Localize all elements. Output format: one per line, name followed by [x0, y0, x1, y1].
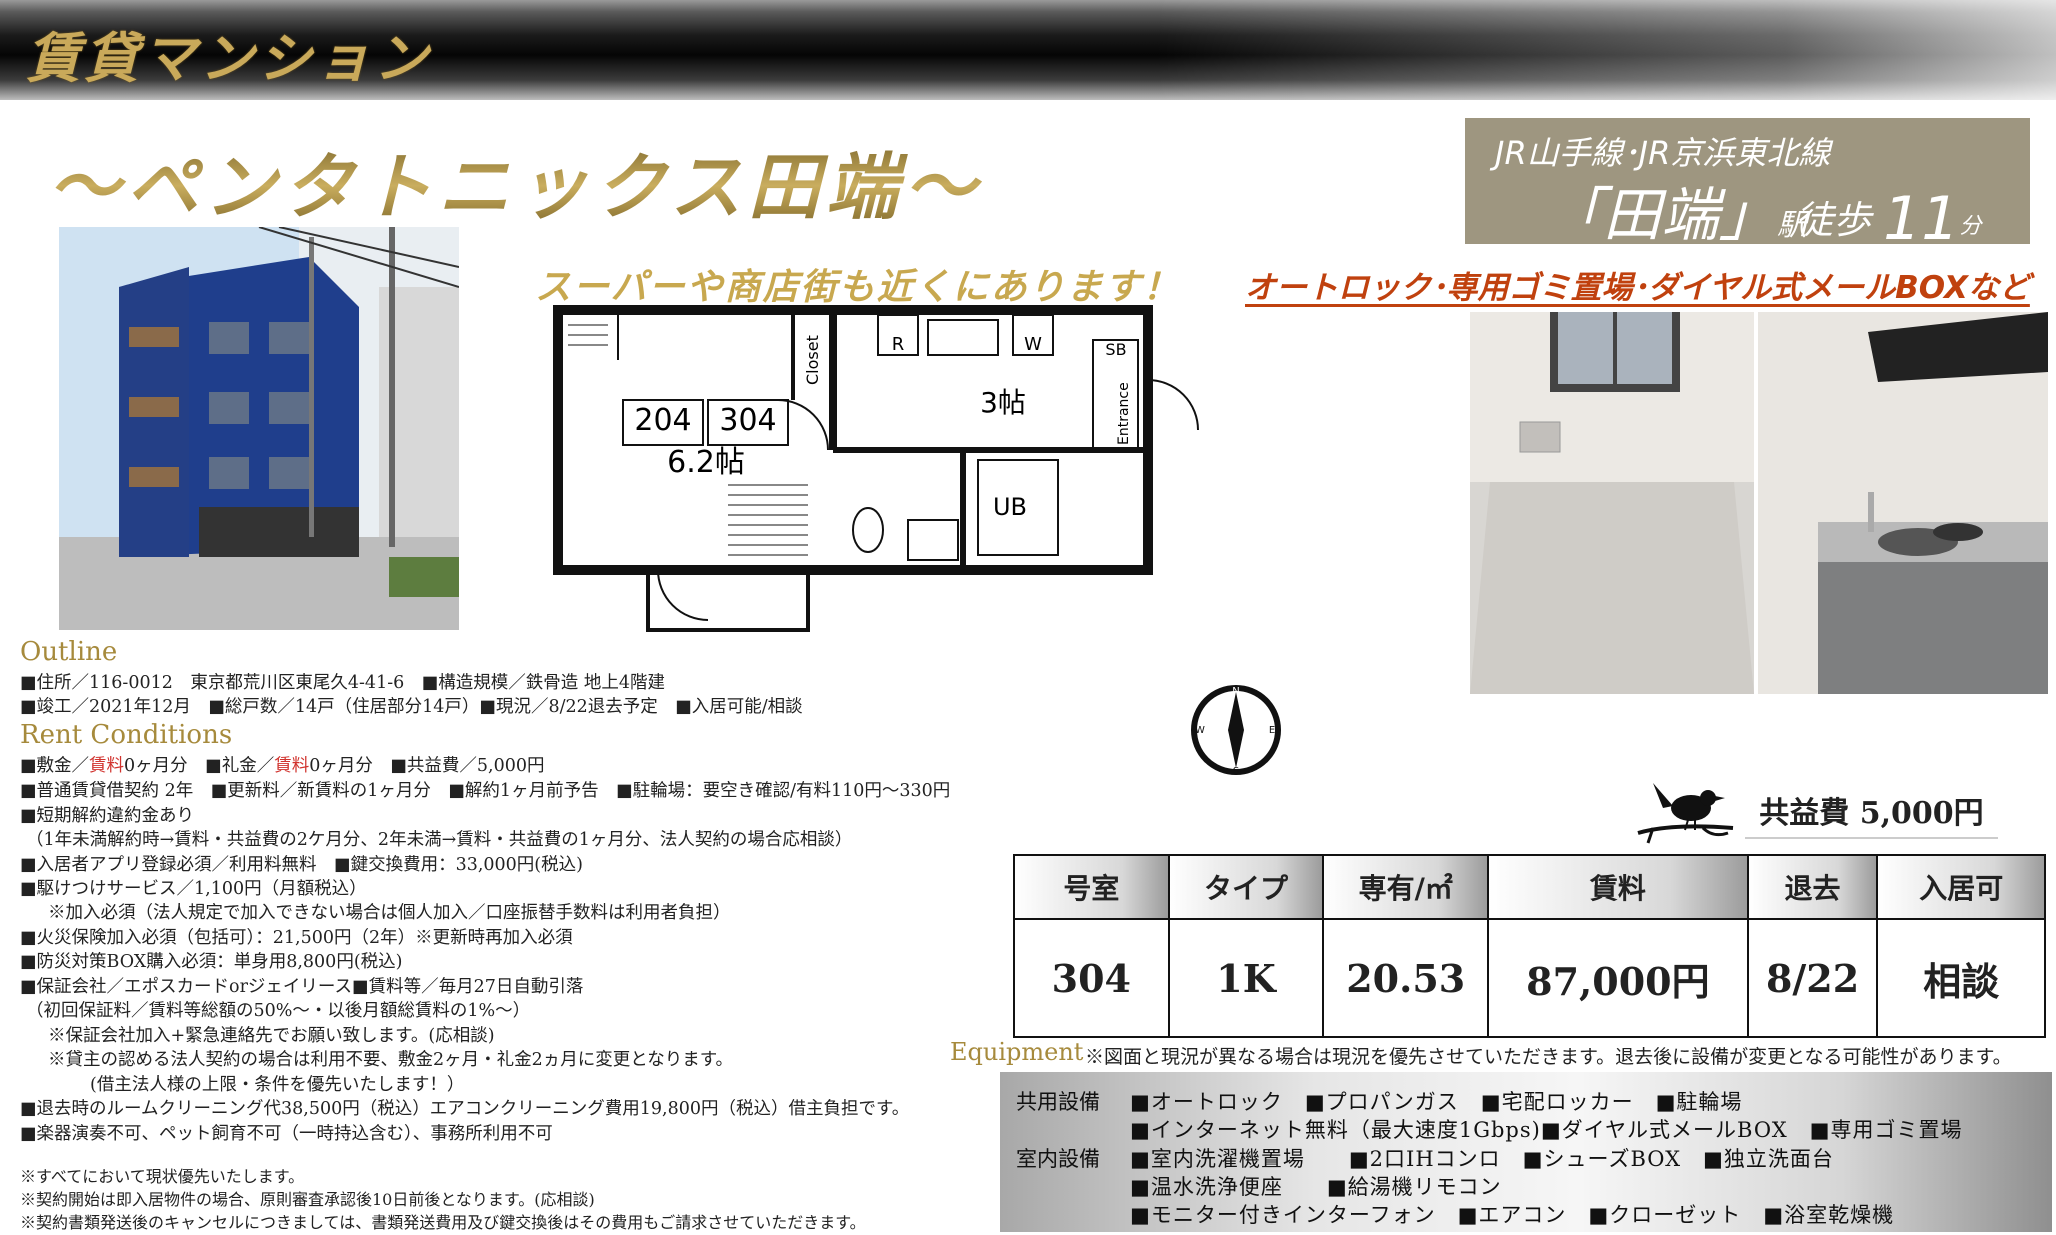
header-bar: 賃貸マンション — [0, 0, 2056, 100]
rent-line: (借主法人様の上限・条件を優先いたします！） — [90, 1075, 465, 1095]
cell-area: 20.53 — [1322, 918, 1490, 1038]
building-photo — [59, 227, 459, 630]
walk-time: 徒歩 11分 — [1795, 184, 1981, 254]
rent-line: ※保証会社加入+緊急連絡先でお願い致します。(応相談) — [48, 1026, 495, 1046]
room-photo-interior — [1470, 312, 1754, 694]
property-name: 〜ペンタトニックス田端〜 — [48, 128, 982, 233]
outline-line-2: ■竣工／2021年12月 ■総戸数／14戸（住居部分14戸）■現況／8/22退去… — [20, 697, 803, 717]
sb-label: SB — [1105, 340, 1126, 359]
kitchen-size: 3帖 — [980, 386, 1026, 419]
closet-label: Closet — [803, 335, 822, 385]
equipment-row: ■オートロック ■プロパンガス ■宅配ロッカー ■駐輪場 — [1130, 1090, 1743, 1114]
equipment-label: Equipment — [950, 1038, 1084, 1066]
walk-minutes: 11 — [1883, 184, 1960, 254]
room-photo-kitchen — [1758, 312, 2048, 694]
rent-line: ■楽器演奏不可、ペット飼育不可（一時持込含む）、事務所利用不可 — [20, 1124, 553, 1144]
table-header-row: 号室 タイプ 専有/㎡ 賃料 退去 入居可 — [1013, 854, 2046, 920]
col-room: 号室 — [1013, 854, 1170, 920]
rent-line: ■防災対策BOX購入必須：単身用8,800円(税込) — [20, 952, 403, 972]
common-fee-label: 共益費 5,000円 — [1745, 783, 1998, 839]
equipment-row: ■室内洗濯機置場 ■2口IHコンロ ■シューズBOX ■独立洗面台 — [1130, 1147, 1834, 1171]
category-title: 賃貸マンション — [26, 27, 432, 90]
deposit-key-line: ■敷金／賃料0ヶ月分 ■礼金／賃料0ヶ月分 ■共益費／5,000円 — [20, 754, 545, 778]
room-equipment-label: 室内設備 — [1016, 1147, 1100, 1171]
col-area: 専有/㎡ — [1322, 854, 1490, 920]
rent-line: ■退去時のルームクリーニング代38,500円（税込）エアコンクリーニング費用19… — [20, 1099, 910, 1119]
col-type: タイプ — [1167, 854, 1325, 920]
svg-text:W: W — [1195, 725, 1205, 736]
note-line: ※契約書類発送後のキャンセルにつきましては、書類発送費用及び鍵交換後はその費用も… — [20, 1213, 866, 1232]
cell-moveout: 8/22 — [1746, 918, 1879, 1038]
entrance-label: Entrance — [1116, 382, 1132, 445]
rent-line: ■火災保険加入必須（包括可）：21,500円（2年）※更新時再加入必須 — [20, 928, 573, 948]
main-room-size: 6.2帖 — [667, 445, 745, 480]
col-moveout: 退去 — [1746, 854, 1879, 920]
rent-line: ■駆けつけサービス／1,100円（月額税込） — [20, 879, 367, 899]
rent-line: ■入居者アプリ登録必須／利用料無料 ■鍵交換費用：33,000円(税込) — [20, 855, 583, 875]
svg-text:N: N — [1232, 686, 1239, 697]
station-name: 「田端」駅 — [1545, 168, 1807, 252]
bath-label: UB — [993, 493, 1027, 521]
bird-icon — [1633, 768, 1743, 848]
deposit-red: 賃料 — [89, 756, 125, 776]
equipment-row: ■インターネット無料（最大速度1Gbps)■ダイヤル式メールBOX ■専用ゴミ置… — [1130, 1118, 1963, 1142]
equipment-row: ■モニター付きインターフォン ■エアコン ■クローゼット ■浴室乾燥機 — [1130, 1203, 1895, 1227]
floorplan: 204 304 6.2帖 3帖 UB R W SB Closet Entranc… — [548, 300, 1228, 645]
common-equipment-label: 共用設備 — [1016, 1090, 1100, 1114]
rent-line: ※貸主の認める法人契約の場合は利用不要、敷金2ヶ月・礼金2ヵ月に変更となります。 — [48, 1050, 733, 1070]
rent-table: 号室 タイプ 専有/㎡ 賃料 退去 入居可 304 1K 20.53 87,00… — [1013, 854, 2046, 1038]
rent-line: （1年未満解約時→賃料・共益費の2ケ月分、2年未満→賃料・共益費の1ヶ月分、法人… — [26, 830, 853, 850]
key-money-red: 賃料 — [274, 756, 310, 776]
compass-icon: N W E S — [1186, 680, 1286, 780]
cell-type: 1K — [1167, 918, 1325, 1038]
station-box: JR山手線･JR京浜東北線 「田端」駅 徒歩 11分 — [1465, 118, 2030, 254]
rent-line: ■普通賃貸借契約 2年 ■更新料／新賃料の1ヶ月分 ■解約1ヶ月前予告 ■駐輪場… — [20, 781, 951, 801]
svg-text:S: S — [1233, 766, 1239, 777]
walk-unit: 分 — [1959, 214, 1982, 239]
rent-line: ■短期解約違約金あり — [20, 806, 195, 826]
rent-line: （初回保証料／賃料等総額の50%〜・以後月額総賃料の1%〜） — [26, 1001, 531, 1021]
header-shine — [1156, 0, 2056, 100]
deposit-suffix: 0ヶ月分 ■礼金／ — [124, 756, 275, 776]
fridge-label: R — [892, 334, 905, 355]
cell-rent: 87,000円 — [1487, 918, 1749, 1038]
svg-text:E: E — [1269, 725, 1275, 736]
key-money-suffix: 0ヶ月分 ■共益費／5,000円 — [309, 756, 545, 776]
features-highlight: オートロック･専用ゴミ置場･ダイヤル式メールBOXなど — [1245, 270, 2030, 306]
room-number-204: 204 — [634, 403, 691, 438]
rent-line: ※加入必須（法人規定で加入できない場合は個人加入／口座振替手数料は利用者負担） — [48, 903, 731, 923]
rent-line: ■保証会社／エポスカードorジェイリース■賃料等／毎月27日自動引落 — [20, 977, 584, 997]
cell-room: 304 — [1013, 918, 1170, 1038]
table-row: 304 1K 20.53 87,000円 8/22 相談 — [1013, 918, 2046, 1038]
washer-label: W — [1024, 334, 1042, 355]
station-name-text: 「田端」 — [1545, 181, 1778, 249]
rent-conditions-label: Rent Conditions — [20, 720, 233, 750]
note-line: ※契約開始は即入居物件の場合、原則審査承認後10日前後となります。(応相談) — [20, 1190, 595, 1209]
outline-label: Outline — [20, 637, 118, 667]
col-movein: 入居可 — [1876, 854, 2046, 920]
cell-movein: 相談 — [1876, 918, 2046, 1038]
equipment-box: 共用設備 室内設備 ■オートロック ■プロパンガス ■宅配ロッカー ■駐輪場 ■… — [1000, 1072, 2052, 1232]
walk-label: 徒歩 — [1795, 198, 1872, 242]
equipment-note: ※図面と現況が異なる場合は現況を優先させていただきます。退去後に設備が変更となる… — [1085, 1046, 2012, 1068]
deposit-prefix: ■敷金／ — [20, 756, 90, 776]
equipment-row: ■温水洗浄便座 ■給湯機リモコン — [1130, 1175, 1502, 1199]
note-line: ※すべてにおいて現状優先いたします。 — [20, 1167, 305, 1186]
outline-line-1: ■住所／116-0012 東京都荒川区東尾久4-41-6 ■構造規模／鉄骨造 地… — [20, 673, 665, 693]
col-rent: 賃料 — [1487, 854, 1749, 920]
room-number-304: 304 — [719, 403, 776, 438]
